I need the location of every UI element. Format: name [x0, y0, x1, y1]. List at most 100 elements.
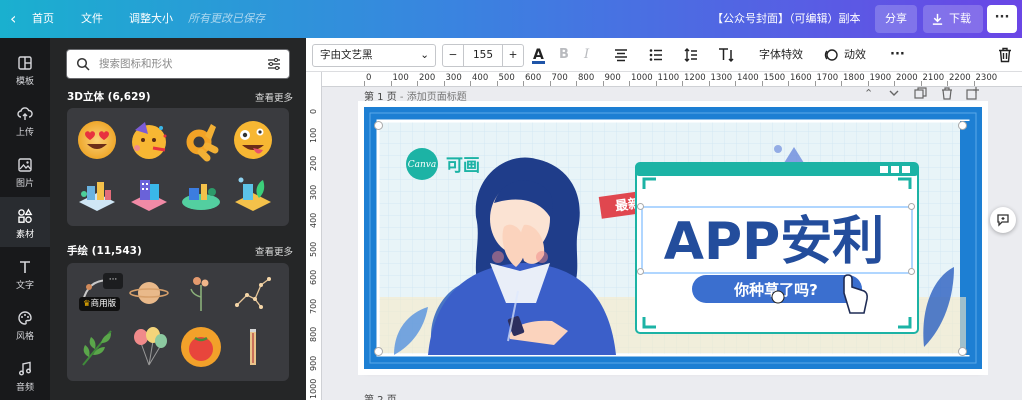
trash-icon[interactable] [998, 47, 1012, 63]
ruler-tick-label: 500 [309, 241, 318, 257]
rail-item-templates[interactable]: 模板 [0, 44, 50, 94]
ruler-tick-label: 2000 [896, 73, 918, 83]
design-canvas[interactable]: Canva 可画 最新 APP安利 你种草了吗? [364, 107, 982, 369]
pro-badge-label: 商用版 [90, 299, 117, 309]
add-page-title[interactable]: - 添加页面标题 [397, 92, 467, 103]
ruler-tick-label: 800 [309, 326, 318, 342]
duplicate-page-icon[interactable] [914, 87, 927, 100]
font-size-input[interactable]: 155 [464, 45, 502, 66]
ruler-tick-mark [867, 81, 869, 86]
handdrawn-tomato-element[interactable] [179, 325, 223, 369]
download-icon [932, 13, 943, 25]
rail-label: 上传 [15, 128, 34, 138]
home-link[interactable]: 首页 [32, 0, 54, 38]
ruler-tick-mark [761, 81, 763, 86]
animate-button[interactable]: 动效 [844, 38, 866, 72]
rail-item-images[interactable]: 图片 [0, 146, 50, 196]
elements-grid-handdrawn: ··· ♛商用版 [67, 263, 289, 381]
rail-item-upload[interactable]: 上传 [0, 95, 50, 145]
comment-icon [997, 214, 1009, 227]
handdrawn-wreath-element[interactable]: ··· ♛商用版 [75, 271, 123, 315]
increase-size-button[interactable]: + [502, 45, 523, 66]
ruler-tick-label: 0 [309, 108, 318, 114]
chevron-down-icon[interactable] [888, 89, 900, 99]
font-family-select[interactable]: 字由文艺黑 ⌄ [312, 44, 436, 67]
add-page-icon[interactable] [966, 87, 979, 100]
upload-icon [17, 107, 33, 120]
see-more-3d-link[interactable]: 查看更多 [255, 90, 293, 104]
ruler-tick-mark [655, 81, 657, 86]
style-icon [18, 311, 32, 325]
handdrawn-balloons-element[interactable] [127, 325, 171, 369]
ruler-tick-mark [788, 81, 789, 86]
italic-button[interactable]: I [584, 38, 589, 72]
page-2-label[interactable]: 第 2 页 [364, 391, 397, 400]
text-color-button[interactable]: A [532, 38, 545, 72]
design-artwork: Canva 可画 最新 APP安利 你种草了吗? [364, 107, 982, 369]
resize-handle[interactable] [958, 121, 967, 130]
rail-item-style[interactable]: 风格 [0, 299, 50, 349]
ruler-tick-label: 1600 [790, 73, 812, 83]
rail-item-text[interactable]: 文字 [0, 248, 50, 298]
download-button[interactable]: 下载 [923, 5, 983, 33]
ruler-tick-mark [894, 81, 895, 86]
file-menu[interactable]: 文件 [81, 0, 103, 38]
3d-building-scene-element[interactable] [127, 172, 171, 216]
party-emoji-element[interactable] [127, 118, 171, 162]
logo-text: Canva [408, 160, 437, 170]
resize-handle[interactable] [374, 347, 383, 356]
resize-menu[interactable]: 调整大小 [129, 0, 173, 38]
add-comment-button[interactable] [990, 207, 1016, 233]
rail-item-elements[interactable]: 素材 [0, 197, 50, 247]
rail-label: 模板 [15, 77, 34, 87]
rotate-handle-icon[interactable] [771, 290, 785, 304]
ruler-tick-mark [973, 81, 975, 86]
text-resize-handle[interactable] [908, 203, 915, 210]
line-spacing-icon[interactable] [684, 48, 698, 62]
ok-hand-emoji-element[interactable] [179, 118, 223, 162]
text-orientation-icon[interactable] [718, 47, 734, 63]
heart-eyes-emoji-element[interactable] [75, 118, 119, 162]
ruler-tick-label: 1500 [763, 73, 786, 83]
chevron-left-icon[interactable]: ‹ [10, 0, 16, 38]
more-options-icon[interactable]: ··· [890, 38, 905, 72]
save-status: 所有更改已保存 [188, 12, 265, 25]
more-horizontal-icon[interactable]: ··· [987, 5, 1017, 33]
filter-icon[interactable] [267, 57, 281, 71]
text-resize-handle[interactable] [637, 268, 644, 275]
chevron-up-icon[interactable]: ⌃ [864, 87, 873, 100]
resize-handle[interactable] [958, 347, 967, 356]
more-options-icon[interactable]: ··· [103, 273, 123, 289]
horizontal-ruler: 0 100 200 300 400 500 600 700 800 900 1000 1100 1200… [364, 72, 1022, 87]
search-input[interactable]: 搜索图标和形状 [66, 49, 290, 79]
share-button[interactable]: 分享 [875, 5, 917, 33]
handdrawn-pencil-element[interactable] [231, 325, 275, 369]
decrease-size-button[interactable]: − [443, 45, 464, 66]
handdrawn-constellation-element[interactable] [231, 271, 275, 315]
image-icon [18, 158, 32, 172]
3d-plant-scene-element[interactable] [231, 172, 275, 216]
align-center-icon[interactable] [614, 48, 628, 62]
handdrawn-planet-element[interactable] [127, 271, 171, 315]
animate-icon [824, 49, 838, 61]
page-1-label[interactable]: 第 1 页 - 添加页面标题 [364, 88, 467, 103]
3d-island-scene-element[interactable] [179, 172, 223, 216]
resize-handle[interactable] [374, 121, 383, 130]
see-more-handdrawn-link[interactable]: 查看更多 [255, 244, 293, 258]
handdrawn-leaf-element[interactable] [75, 325, 119, 369]
zany-face-emoji-element[interactable] [231, 118, 275, 162]
text-resize-handle[interactable] [908, 268, 915, 275]
ruler-tick-label: 1800 [843, 73, 865, 83]
text-resize-handle[interactable] [637, 203, 644, 210]
bold-button[interactable]: B [559, 38, 569, 72]
text-effects-button[interactable]: 字体特效 [759, 38, 803, 72]
list-icon[interactable] [649, 48, 663, 62]
dot-decoration [774, 145, 782, 153]
handdrawn-flower-element[interactable] [179, 271, 223, 315]
ruler-tick-label: 1200 [684, 73, 706, 83]
delete-page-icon[interactable] [941, 87, 953, 100]
rail-item-audio[interactable]: 音频 [0, 350, 50, 400]
3d-office-scene-element[interactable] [75, 172, 119, 216]
elements-icon [18, 208, 33, 224]
document-title[interactable]: 【公众号封面】（可编辑）副本 [712, 0, 861, 38]
